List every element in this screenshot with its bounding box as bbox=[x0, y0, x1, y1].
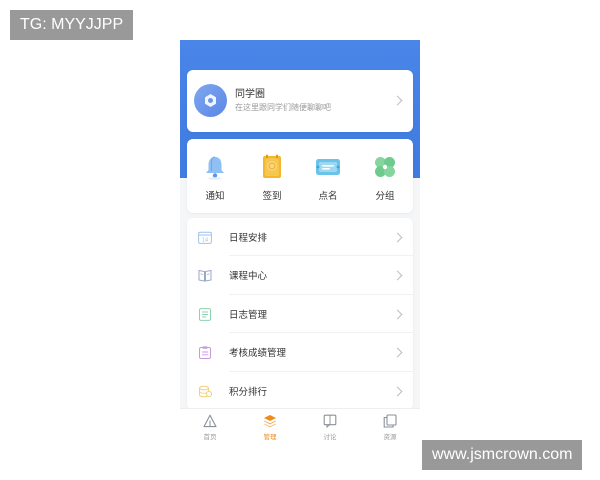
menu-item-courses[interactable]: 课程中心 bbox=[187, 256, 413, 295]
action-grouping[interactable]: 分组 bbox=[357, 139, 413, 213]
action-roll-call[interactable]: 点名 bbox=[300, 139, 356, 213]
action-sign-in[interactable]: 签到 bbox=[244, 139, 300, 213]
home-triangle-icon bbox=[203, 414, 217, 428]
tab-home[interactable]: 首页 bbox=[180, 409, 240, 440]
tab-label: 管理 bbox=[263, 433, 277, 440]
layers-icon bbox=[264, 415, 276, 428]
action-label: 点名 bbox=[318, 191, 338, 202]
quick-actions-card: 通知 签到 点名 分组 bbox=[187, 139, 413, 213]
log-icon bbox=[199, 307, 211, 321]
watermark-bottom-right: www.jsmcrown.com bbox=[422, 440, 583, 470]
menu-list: 14 日程安排 课程中心 日志管理 考核成绩管理 积分排行 bbox=[187, 218, 413, 410]
sign-in-icon bbox=[263, 154, 281, 178]
tab-discuss[interactable]: 讨论 bbox=[300, 409, 360, 440]
book-open-icon bbox=[323, 414, 337, 428]
clipboard-icon bbox=[199, 346, 211, 360]
tab-resources[interactable]: 资源 bbox=[360, 409, 420, 440]
coins-icon bbox=[199, 385, 212, 397]
menu-label: 课程中心 bbox=[229, 271, 268, 283]
menu-item-logs[interactable]: 日志管理 bbox=[187, 295, 413, 334]
tab-label: 首页 bbox=[203, 433, 217, 440]
book-icon bbox=[198, 270, 212, 282]
bottom-tab-bar: 首页 管理 讨论 资源 bbox=[180, 408, 420, 440]
menu-label: 考核成绩管理 bbox=[229, 348, 287, 360]
hexagon-icon bbox=[194, 84, 227, 117]
calendar-icon: 14 bbox=[198, 231, 212, 244]
menu-item-schedule[interactable]: 14 日程安排 bbox=[187, 218, 413, 257]
chevron-right-icon bbox=[392, 347, 403, 358]
chevron-right-icon bbox=[392, 309, 403, 320]
chevron-right-icon bbox=[392, 95, 403, 106]
svg-text:14: 14 bbox=[202, 238, 208, 244]
chevron-right-icon bbox=[392, 386, 403, 397]
bell-icon bbox=[206, 156, 224, 180]
tab-manage[interactable]: 管理 bbox=[240, 409, 300, 440]
action-label: 分组 bbox=[375, 191, 395, 202]
menu-item-assessment[interactable]: 考核成绩管理 bbox=[187, 333, 413, 372]
phone-screen: 同学圈 在这里跟同学们随便聊聊吧 通知 签到 点名 分组 14 日程安排 课程中… bbox=[180, 40, 420, 440]
tab-label: 讨论 bbox=[323, 433, 337, 440]
action-label: 通知 bbox=[205, 191, 225, 202]
clover-icon bbox=[375, 157, 395, 177]
tab-label: 资源 bbox=[383, 433, 397, 440]
chevron-right-icon bbox=[392, 232, 403, 243]
menu-label: 日程安排 bbox=[229, 233, 268, 244]
roll-call-icon bbox=[316, 159, 340, 175]
chevron-right-icon bbox=[392, 270, 403, 281]
circle-title: 同学圈 bbox=[235, 89, 265, 100]
menu-label: 积分排行 bbox=[229, 386, 268, 398]
menu-item-points-ranking[interactable]: 积分排行 bbox=[187, 372, 413, 410]
action-notice[interactable]: 通知 bbox=[187, 139, 243, 213]
menu-label: 日志管理 bbox=[229, 309, 268, 321]
classmates-circle-card[interactable]: 同学圈 在这里跟同学们随便聊聊吧 bbox=[187, 70, 413, 132]
action-label: 签到 bbox=[262, 191, 282, 202]
copy-icon bbox=[383, 414, 397, 428]
watermark-top-left: TG: MYYJJPP bbox=[10, 10, 134, 40]
circle-subtitle: 在这里跟同学们随便聊聊吧 bbox=[235, 103, 331, 112]
